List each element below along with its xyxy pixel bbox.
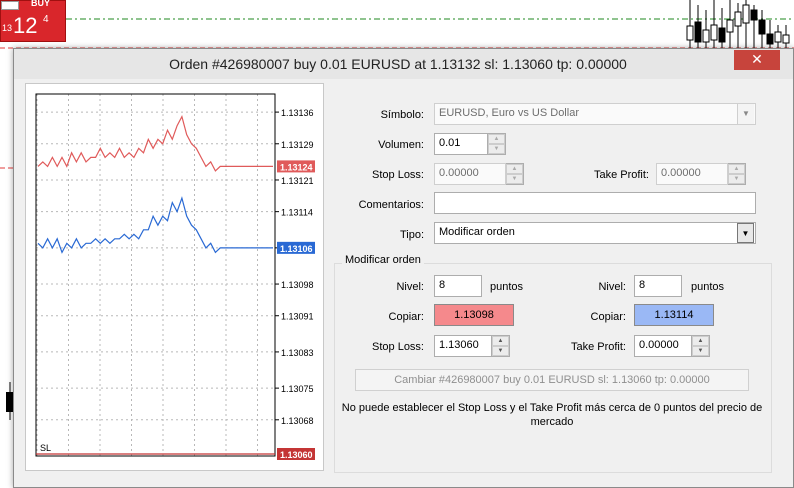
chevron-down-icon[interactable]: ▼ — [506, 174, 523, 184]
left-level-input[interactable]: 8 — [434, 275, 482, 297]
volume-input[interactable]: 0.01 — [434, 133, 488, 155]
left-sl-input[interactable]: 1.13060 — [434, 335, 492, 357]
symbol-select[interactable]: EURUSD, Euro vs US Dollar — [434, 103, 756, 125]
takeprofit-input[interactable]: 0.00000 — [656, 163, 728, 185]
right-copy-label: Copiar: — [590, 311, 626, 323]
price-chart-panel: 1.13136 1.13129 1.13121 1.13114 1.13106 1.130… — [25, 83, 324, 471]
right-points-label: puntos — [691, 281, 725, 293]
copy-bid-button[interactable]: 1.13098 — [434, 304, 514, 326]
y-tick-label: 1.13114 — [281, 208, 313, 218]
stoploss-stepper[interactable]: ▲ ▼ — [506, 163, 524, 185]
right-level-input[interactable]: 8 — [634, 275, 682, 297]
bid-price-label: 1.13106 — [280, 244, 313, 254]
stoploss-label: Stop Loss: — [372, 169, 424, 181]
ask-price-label: 1.13124 — [280, 162, 313, 172]
symbol-label: Símbolo: — [380, 109, 424, 121]
chevron-up-icon[interactable]: ▲ — [728, 164, 745, 174]
chevron-up-icon[interactable]: ▲ — [492, 336, 509, 346]
y-tick-label: 1.13075 — [281, 384, 314, 394]
copy-ask-button[interactable]: 1.13114 — [634, 304, 714, 326]
order-dialog: Orden #426980007 buy 0.01 EURUSD at 1.13… — [13, 48, 794, 488]
right-tp-input[interactable]: 0.00000 — [634, 335, 692, 357]
modify-group-title: Modificar orden — [342, 254, 424, 266]
buy-price-big: 12 — [13, 13, 38, 38]
volume-label: Volumen: — [378, 139, 424, 151]
left-sl-label: Stop Loss: — [372, 341, 424, 353]
buy-price-small: 13 — [2, 23, 13, 33]
takeprofit-label: Take Profit: — [593, 169, 649, 181]
right-tp-stepper[interactable]: ▲ ▼ — [692, 335, 710, 357]
y-tick-label: 1.13129 — [281, 140, 314, 150]
buy-price-sup: 4 — [43, 14, 49, 25]
type-select[interactable]: Modificar orden — [434, 222, 756, 244]
type-label: Tipo: — [399, 229, 424, 241]
y-tick-label: 1.13068 — [281, 416, 314, 426]
volume-stepper[interactable]: ▲ ▼ — [488, 133, 506, 155]
chevron-up-icon[interactable]: ▲ — [692, 336, 709, 346]
modify-order-group — [334, 263, 772, 473]
right-level-label: Nivel: — [598, 281, 626, 293]
comment-label: Comentarios: — [358, 199, 424, 211]
chevron-down-icon[interactable]: ▼ — [488, 144, 505, 154]
y-tick-label: 1.13083 — [281, 348, 314, 358]
buy-price-panel[interactable]: BUY 13 12 4 — [0, 0, 66, 42]
chevron-down-icon[interactable]: ▼ — [737, 104, 754, 124]
left-sl-stepper[interactable]: ▲ ▼ — [492, 335, 510, 357]
price-chart: 1.13136 1.13129 1.13121 1.13114 1.13106 1.130… — [35, 93, 315, 460]
chevron-down-icon[interactable]: ▼ — [492, 346, 509, 356]
chevron-up-icon[interactable]: ▲ — [506, 164, 523, 174]
chevron-down-icon[interactable]: ▼ — [737, 223, 754, 243]
right-tp-label: Take Profit: — [570, 341, 626, 353]
chart-frame — [35, 93, 276, 457]
dialog-title: Orden #426980007 buy 0.01 EURUSD at 1.13… — [169, 56, 627, 72]
chevron-down-icon[interactable] — [1, 1, 19, 10]
left-copy-label: Copiar: — [388, 311, 424, 323]
type-value: Modificar orden — [439, 226, 515, 238]
close-button[interactable]: ✕ — [734, 50, 780, 70]
modify-note: No puede establecer el Stop Loss y el Ta… — [341, 402, 763, 428]
symbol-value: EURUSD, Euro vs US Dollar — [439, 107, 579, 119]
left-points-label: puntos — [490, 281, 524, 293]
chevron-down-icon[interactable]: ▼ — [728, 174, 745, 184]
y-tick-label: 1.13121 — [281, 176, 314, 186]
modify-order-button[interactable]: Cambiar #426980007 buy 0.01 EURUSD sl: 1… — [355, 369, 749, 391]
stoploss-input[interactable]: 0.00000 — [434, 163, 506, 185]
stop-loss-label: SL — [40, 443, 51, 453]
stop-loss-price-label: 1.13060 — [280, 450, 313, 460]
buy-label: BUY — [31, 0, 51, 8]
chevron-up-icon[interactable]: ▲ — [488, 134, 505, 144]
y-tick-label: 1.13091 — [281, 312, 314, 322]
comment-input[interactable] — [434, 192, 756, 214]
y-tick-label: 1.13098 — [281, 280, 314, 290]
takeprofit-stepper[interactable]: ▲ ▼ — [728, 163, 746, 185]
dialog-titlebar[interactable]: Orden #426980007 buy 0.01 EURUSD at 1.13… — [14, 49, 793, 79]
chevron-down-icon[interactable]: ▼ — [692, 346, 709, 356]
left-level-label: Nivel: — [396, 281, 424, 293]
y-tick-label: 1.13136 — [281, 108, 314, 118]
bid-series-line — [37, 196, 273, 254]
